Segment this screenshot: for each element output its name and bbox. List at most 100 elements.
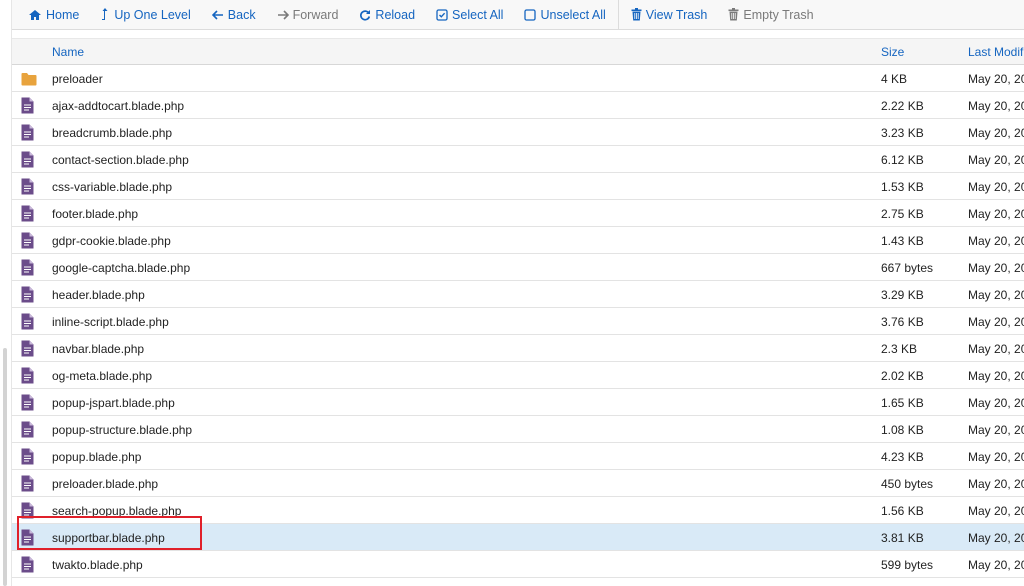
file-name: contact-section.blade.php (52, 153, 189, 167)
file-row[interactable]: footer.blade.php 2.75 KB May 20, 20 (12, 200, 1024, 227)
file-manager-toolbar: Home Up One Level Back Forward Reload Se… (12, 0, 1024, 30)
file-icon (21, 313, 37, 330)
file-size: 3.29 KB (881, 288, 924, 302)
file-size: 1.43 KB (881, 234, 924, 248)
file-icon (21, 232, 37, 249)
file-row[interactable]: contact-section.blade.php 6.12 KB May 20, … (12, 146, 1024, 173)
file-row[interactable]: inline-script.blade.php 3.76 KB May 20, 20 (12, 308, 1024, 335)
column-header-name[interactable]: Name (52, 45, 84, 59)
up-one-level-button[interactable]: Up One Level (100, 8, 191, 22)
back-button[interactable]: Back (211, 7, 256, 22)
file-table: Name Size Last Modifi preloader 4 KB May 2… (12, 38, 1024, 578)
file-size: 450 bytes (881, 477, 934, 491)
empty-trash-button[interactable]: Empty Trash (728, 7, 814, 22)
file-last-modified: May 20, 20 (968, 558, 1024, 572)
table-header: Name Size Last Modifi (12, 38, 1024, 65)
file-name: breadcrumb.blade.php (52, 126, 173, 140)
file-last-modified: May 20, 20 (968, 396, 1024, 410)
file-row[interactable]: popup-jspart.blade.php 1.65 KB May 20, 20 (12, 389, 1024, 416)
file-row[interactable]: preloader.blade.php 450 bytes May 20, 20 (12, 470, 1024, 497)
file-last-modified: May 20, 20 (968, 369, 1024, 383)
file-name: popup-structure.blade.php (52, 423, 193, 437)
reload-button[interactable]: Reload (359, 8, 415, 22)
file-size: 4.23 KB (881, 450, 924, 464)
left-scrollbar-thumb[interactable] (3, 348, 7, 586)
file-last-modified: May 20, 20 (968, 450, 1024, 464)
file-row[interactable]: popup.blade.php 4.23 KB May 20, 20 (12, 443, 1024, 470)
file-row[interactable]: twakto.blade.php 599 bytes May 20, 20 (12, 551, 1024, 578)
file-size: 6.12 KB (881, 153, 924, 167)
file-name: og-meta.blade.php (52, 369, 153, 383)
file-icon (21, 205, 37, 222)
file-row[interactable]: navbar.blade.php 2.3 KB May 20, 20 (12, 335, 1024, 362)
file-icon (21, 259, 37, 276)
file-last-modified: May 20, 20 (968, 153, 1024, 167)
file-name: header.blade.php (52, 288, 145, 302)
file-icon (21, 124, 37, 141)
file-row[interactable]: supportbar.blade.php 3.81 KB May 20, 20 (12, 524, 1024, 551)
file-row[interactable]: ajax-addtocart.blade.php 2.22 KB May 20, 2… (12, 92, 1024, 119)
file-size: 1.56 KB (881, 504, 924, 518)
unselect-all-button[interactable]: Unselect All (524, 7, 606, 22)
home-button[interactable]: Home (28, 8, 79, 22)
empty-checkbox-icon (524, 8, 537, 21)
file-last-modified: May 20, 20 (968, 504, 1024, 518)
file-name: popup-jspart.blade.php (52, 396, 175, 410)
select-all-label: Select All (452, 7, 504, 22)
view-trash-label: View Trash (645, 7, 708, 22)
file-row[interactable]: popup-structure.blade.php 1.08 KB May 20, … (12, 416, 1024, 443)
file-name: navbar.blade.php (52, 342, 145, 356)
file-size: 3.81 KB (881, 531, 924, 545)
file-row[interactable]: og-meta.blade.php 2.02 KB May 20, 20 (12, 362, 1024, 389)
file-name: gdpr-cookie.blade.php (52, 234, 171, 248)
file-size: 2.02 KB (881, 369, 924, 383)
view-trash-button[interactable]: View Trash (631, 7, 708, 22)
file-last-modified: May 20, 20 (968, 531, 1024, 545)
file-last-modified: May 20, 20 (968, 126, 1024, 140)
file-name: google-captcha.blade.php (52, 261, 191, 275)
file-row[interactable]: header.blade.php 3.29 KB May 20, 20 (12, 281, 1024, 308)
file-icon (21, 448, 37, 465)
file-size: 599 bytes (881, 558, 934, 572)
file-size: 1.53 KB (881, 180, 924, 194)
file-row[interactable]: preloader 4 KB May 20, 20 (12, 65, 1024, 92)
file-size: 2.75 KB (881, 207, 924, 221)
file-name: inline-script.blade.php (52, 315, 169, 329)
file-row[interactable]: css-variable.blade.php 1.53 KB May 20, 20 (12, 173, 1024, 200)
file-icon (21, 529, 37, 546)
select-all-button[interactable]: Select All (436, 8, 503, 22)
file-name: preloader.blade.php (52, 477, 159, 491)
file-icon (21, 394, 37, 411)
file-row[interactable]: gdpr-cookie.blade.php 1.43 KB May 20, 20 (12, 227, 1024, 254)
file-row[interactable]: search-popup.blade.php 1.56 KB May 20, 20 (12, 497, 1024, 524)
file-size: 2.3 KB (881, 342, 918, 356)
unselect-all-label: Unselect All (540, 7, 606, 22)
file-icon (21, 286, 37, 303)
file-icon (21, 421, 37, 438)
file-icon (21, 151, 37, 168)
trash-icon (631, 8, 642, 21)
file-icon (21, 367, 37, 384)
file-row[interactable]: breadcrumb.blade.php 3.23 KB May 20, 20 (12, 119, 1024, 146)
file-size: 1.08 KB (881, 423, 924, 437)
file-last-modified: May 20, 20 (968, 288, 1024, 302)
file-name: footer.blade.php (52, 207, 139, 221)
file-size: 2.22 KB (881, 99, 924, 113)
empty-trash-label: Empty Trash (743, 7, 814, 22)
column-header-last-modified[interactable]: Last Modifi (968, 45, 1024, 59)
file-row[interactable]: google-captcha.blade.php 667 bytes May 20,… (12, 254, 1024, 281)
file-icon (21, 178, 37, 195)
home-label: Home (46, 7, 80, 22)
arrow-left-icon (211, 9, 224, 20)
file-size: 1.65 KB (881, 396, 924, 410)
column-header-size[interactable]: Size (881, 45, 904, 59)
file-last-modified: May 20, 20 (968, 423, 1024, 437)
file-icon (21, 556, 37, 573)
file-name: supportbar.blade.php (52, 531, 165, 545)
file-last-modified: May 20, 20 (968, 315, 1024, 329)
file-list: preloader 4 KB May 20, 20 ajax-addtocart.bl… (12, 65, 1024, 578)
back-label: Back (227, 7, 256, 22)
file-name: ajax-addtocart.blade.php (52, 99, 185, 113)
forward-button[interactable]: Forward (277, 8, 338, 22)
file-icon (21, 340, 37, 357)
